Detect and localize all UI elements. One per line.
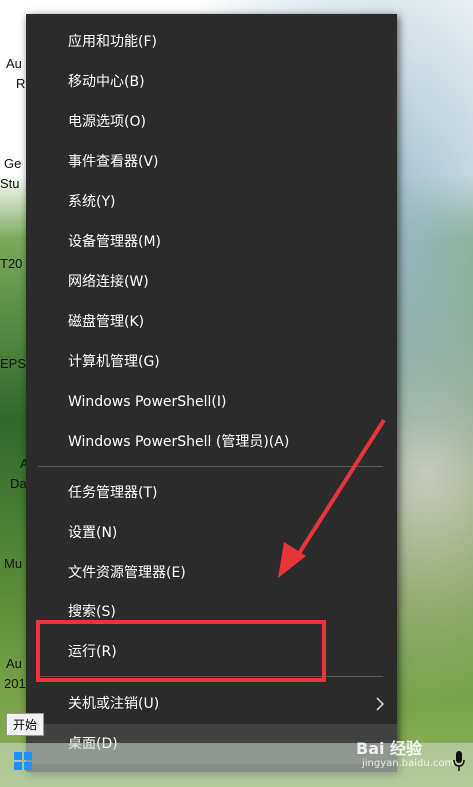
watermark-brand: Bai 经验 (356, 739, 423, 758)
annotation-arrow-icon (278, 418, 386, 578)
watermark-url: jingyan.baidu.com (362, 758, 455, 769)
windows-start-icon[interactable] (14, 752, 32, 770)
start-tooltip: 开始 (6, 713, 45, 736)
microphone-icon[interactable] (452, 750, 466, 772)
